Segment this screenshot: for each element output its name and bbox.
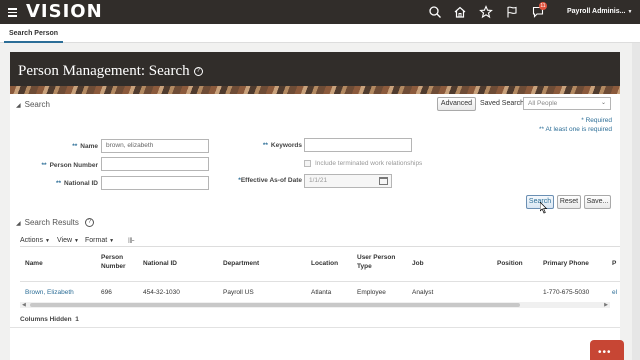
page-banner: Person Management: Search? xyxy=(10,52,620,94)
results-section-label: Search Results xyxy=(24,218,79,227)
chevron-down-icon: ⌄ xyxy=(600,100,606,106)
horizontal-scroll-thumb[interactable] xyxy=(30,303,520,307)
chevron-down-icon: ▼ xyxy=(74,238,79,244)
search-icon[interactable] xyxy=(428,5,442,19)
advanced-button[interactable]: Advanced xyxy=(437,97,476,111)
row-primary-phone: 1-770-675-5030 xyxy=(543,289,590,296)
help-icon[interactable]: ? xyxy=(193,67,203,77)
column-header-primary-phone[interactable]: Primary Phone xyxy=(543,259,589,268)
required-note: * Required xyxy=(581,117,612,124)
keywords-field[interactable] xyxy=(304,138,412,152)
page-title-text: Person Management: Search xyxy=(18,63,190,79)
global-header: VISION 11 Payroll Adminis... ▼ xyxy=(0,0,640,24)
row-p[interactable]: el xyxy=(612,289,617,296)
name-label: ** Name xyxy=(72,143,98,150)
format-menu[interactable]: Format ▼ xyxy=(85,237,114,244)
person-number-field[interactable] xyxy=(101,157,209,171)
saved-search-value: All People xyxy=(528,100,558,107)
scroll-right-icon[interactable]: ▶ xyxy=(604,302,608,308)
reset-button[interactable]: Reset xyxy=(557,195,581,209)
column-header-person-number[interactable]: Person Number xyxy=(101,253,141,271)
at-least-one-note: ** At least one is required xyxy=(539,126,612,133)
include-terminated-checkbox[interactable] xyxy=(304,160,311,167)
collapse-triangle-icon[interactable]: ◢ xyxy=(16,221,21,227)
app-logo[interactable]: VISION xyxy=(26,0,103,24)
saved-search-label: Saved Search xyxy=(480,100,524,107)
national-id-field[interactable] xyxy=(101,176,209,190)
effective-date-label: *Effective As-of Date xyxy=(238,177,302,184)
column-header-position[interactable]: Position xyxy=(497,259,523,268)
tab-strip: Search Person xyxy=(0,24,640,43)
effective-date-field[interactable]: 1/1/21 xyxy=(304,174,392,188)
view-menu[interactable]: View ▼ xyxy=(57,237,79,244)
chevron-down-icon: ▼ xyxy=(44,238,50,244)
column-header-user-person-type[interactable]: User Person Type xyxy=(357,253,405,271)
save-button[interactable]: Save... xyxy=(584,195,611,209)
column-header-location[interactable]: Location xyxy=(311,259,338,268)
horizontal-scrollbar[interactable]: ◀ ▶ xyxy=(20,302,610,308)
notification-count-badge: 11 xyxy=(539,2,547,10)
user-menu[interactable]: Payroll Adminis... ▼ xyxy=(567,0,632,24)
calendar-icon[interactable] xyxy=(379,177,388,185)
include-terminated-label: Include terminated work relationships xyxy=(315,160,423,167)
chevron-down-icon: ▼ xyxy=(627,9,633,15)
national-id-label: ** National ID xyxy=(55,180,98,187)
column-header-name[interactable]: Name xyxy=(25,259,43,268)
notifications-icon[interactable]: 11 xyxy=(531,2,547,19)
freeze-columns-icon[interactable]: ⊪ xyxy=(128,236,135,245)
row-location: Atlanta xyxy=(311,289,332,296)
actions-menu[interactable]: Actions ▼ xyxy=(20,237,50,244)
results-table: Name Person Number National ID Departmen… xyxy=(20,246,620,308)
keywords-label: ** Keywords xyxy=(262,142,302,149)
column-header-p[interactable]: P xyxy=(612,259,616,268)
chat-dots-icon: ••• xyxy=(598,347,612,358)
help-icon[interactable]: ? xyxy=(85,218,95,228)
banner-decoration xyxy=(10,86,620,94)
favorites-star-icon[interactable] xyxy=(479,5,493,19)
search-section-header[interactable]: ◢ Search xyxy=(16,100,50,109)
row-user-person-type: Employee xyxy=(357,289,386,296)
effective-date-value: 1/1/21 xyxy=(309,177,328,184)
row-national-id: 454-32-1030 xyxy=(143,289,180,296)
person-number-label: ** Person Number xyxy=(41,162,98,169)
page-scrollbar[interactable] xyxy=(632,43,640,360)
columns-hidden-status: Columns Hidden 1 xyxy=(20,316,79,323)
search-panel: ◢ Search Advanced Saved Search All People… xyxy=(10,94,620,360)
name-field[interactable]: brown, elizabeth xyxy=(101,139,209,153)
chat-help-button[interactable]: ••• xyxy=(590,340,624,360)
row-name-link[interactable]: Brown, Elizabeth xyxy=(25,289,74,296)
column-header-national-id[interactable]: National ID xyxy=(143,259,177,268)
search-section-label: Search xyxy=(24,100,50,109)
navigator-menu-icon[interactable] xyxy=(8,8,17,17)
user-menu-label: Payroll Adminis... xyxy=(567,8,626,15)
scroll-left-icon[interactable]: ◀ xyxy=(22,302,26,308)
header-divider xyxy=(20,281,620,282)
saved-search-select[interactable]: All People ⌄ xyxy=(523,97,611,110)
results-section-header[interactable]: ◢ Search Results ? xyxy=(16,218,95,228)
mouse-cursor-icon xyxy=(539,201,548,216)
row-person-number: 696 xyxy=(101,289,112,296)
column-header-department[interactable]: Department xyxy=(223,259,259,268)
watchlist-flag-icon[interactable] xyxy=(505,5,519,19)
tab-search-person[interactable]: Search Person xyxy=(4,24,64,43)
row-department: Payroll US xyxy=(223,289,254,296)
chevron-down-icon: ▼ xyxy=(109,238,115,244)
page-title: Person Management: Search? xyxy=(18,63,203,80)
panel-divider xyxy=(10,327,620,328)
home-icon[interactable] xyxy=(453,5,467,19)
collapse-triangle-icon[interactable]: ◢ xyxy=(16,103,21,109)
column-header-job[interactable]: Job xyxy=(412,259,424,268)
row-job: Analyst xyxy=(412,289,434,296)
